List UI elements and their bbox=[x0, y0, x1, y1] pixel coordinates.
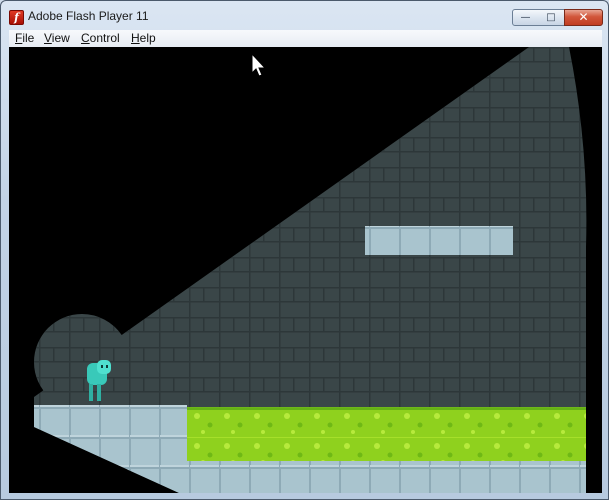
flash-player-window: f Adobe Flash Player 11 — □ ✕ File View … bbox=[0, 0, 609, 500]
menu-bar: File View Control Help bbox=[9, 30, 602, 47]
flash-app-icon: f bbox=[9, 10, 24, 25]
menu-view-mnemonic: V bbox=[44, 31, 52, 45]
game-stage[interactable] bbox=[9, 47, 602, 493]
menu-file[interactable]: File bbox=[15, 31, 34, 45]
menu-view-rest: iew bbox=[51, 31, 70, 45]
floor-block-bottom bbox=[187, 461, 587, 493]
menu-control[interactable]: Control bbox=[81, 31, 120, 45]
floating-platform bbox=[365, 226, 513, 255]
maximize-button[interactable]: □ bbox=[538, 9, 565, 26]
game-canvas[interactable] bbox=[9, 47, 602, 493]
window-title: Adobe Flash Player 11 bbox=[28, 9, 149, 23]
menu-help-rest: elp bbox=[139, 31, 156, 45]
menu-control-mnemonic: C bbox=[81, 31, 90, 45]
acid-pool bbox=[187, 407, 587, 461]
acid-surface bbox=[187, 407, 587, 410]
menu-help[interactable]: Help bbox=[131, 31, 156, 45]
minimize-button[interactable]: — bbox=[512, 9, 539, 26]
close-button[interactable]: ✕ bbox=[564, 9, 603, 26]
menu-file-rest: ile bbox=[22, 31, 35, 45]
menu-help-mnemonic: H bbox=[131, 31, 140, 45]
menu-control-rest: ontrol bbox=[89, 31, 120, 45]
menu-view[interactable]: View bbox=[44, 31, 70, 45]
title-bar[interactable]: f Adobe Flash Player 11 — □ ✕ bbox=[1, 1, 608, 31]
